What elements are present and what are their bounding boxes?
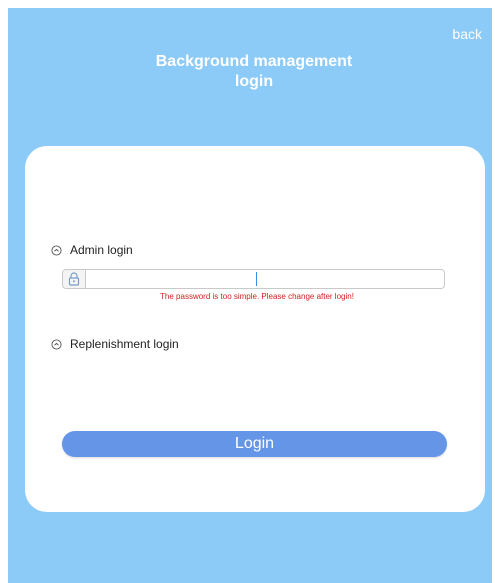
- password-field[interactable]: [62, 269, 445, 289]
- lock-icon-box: [63, 270, 86, 288]
- page-title: Background management login: [8, 52, 492, 92]
- password-warning: The password is too simple. Please chang…: [160, 292, 354, 301]
- replenishment-login-option[interactable]: Replenishment login: [51, 337, 179, 351]
- login-card: Admin login The password is too simple. …: [25, 146, 485, 512]
- text-caret: [256, 272, 257, 286]
- page-title-line-2: login: [234, 73, 274, 90]
- back-link[interactable]: back: [452, 26, 482, 42]
- admin-login-label: Admin login: [70, 243, 133, 257]
- radio-icon: [51, 244, 62, 256]
- login-button[interactable]: Login: [62, 431, 447, 457]
- password-input[interactable]: [86, 270, 444, 288]
- replenishment-login-label: Replenishment login: [70, 337, 179, 351]
- radio-icon: [51, 338, 62, 350]
- admin-login-option[interactable]: Admin login: [51, 243, 133, 257]
- page-title-line-1: Background management: [155, 53, 353, 70]
- lock-icon: [68, 272, 80, 286]
- app-screen: back Background management login Admin l…: [8, 8, 492, 583]
